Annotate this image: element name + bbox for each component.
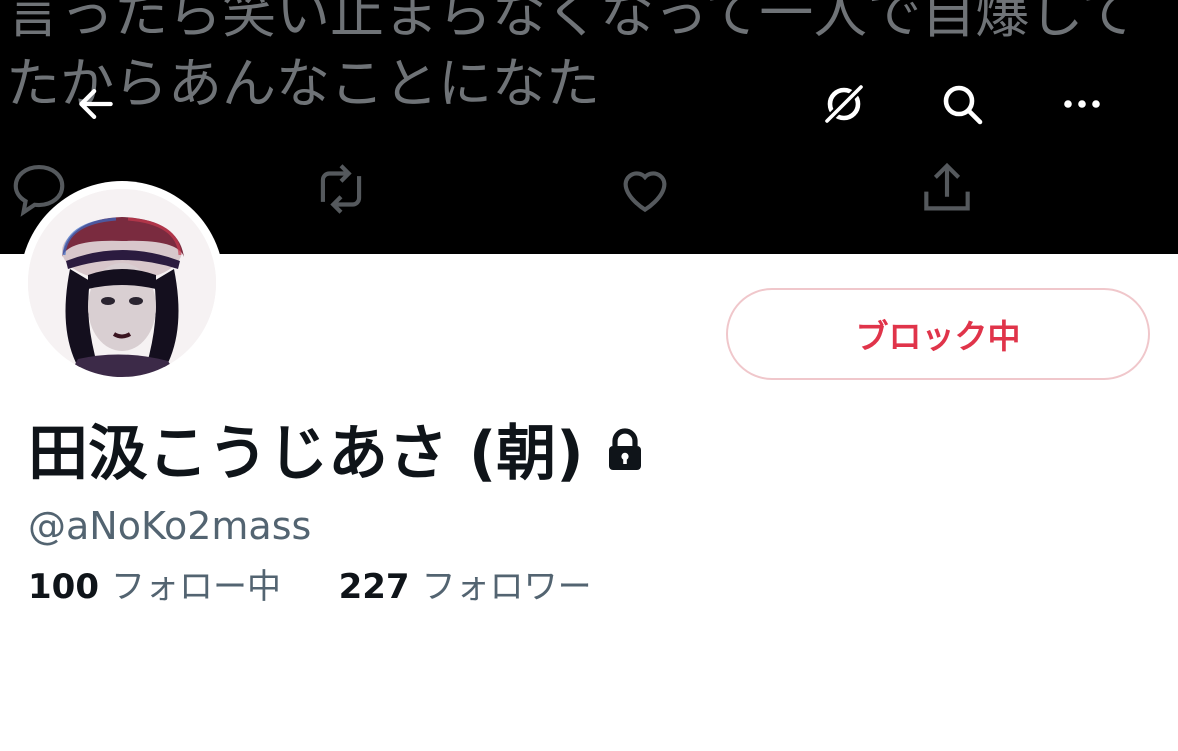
search-button[interactable] — [928, 70, 996, 138]
blocked-button[interactable]: ブロック中 — [726, 288, 1150, 380]
following-label: フォロー中 — [110, 567, 281, 607]
banner-text-line-1: 言ったら笑い止まらなくなって一人で自爆して — [6, 0, 1136, 45]
like-icon — [623, 171, 667, 213]
more-icon — [1064, 100, 1100, 108]
followers-link[interactable]: 227 フォロワー — [328, 567, 592, 607]
link-icon — [823, 83, 865, 125]
followers-label: フォロワー — [421, 567, 592, 607]
share-icon — [924, 162, 970, 211]
lock-icon — [609, 428, 641, 470]
more-button[interactable] — [1048, 70, 1116, 138]
search-icon — [943, 85, 983, 125]
user-handle: @aNoKo2mass — [28, 504, 312, 548]
back-button[interactable] — [62, 70, 130, 138]
following-count: 100 — [28, 567, 99, 607]
link-button[interactable] — [810, 70, 878, 138]
display-name: 田汲こうじあさ (朝) — [28, 419, 584, 489]
following-link[interactable]: 100 フォロー中 — [28, 567, 292, 607]
avatar-image — [28, 189, 216, 377]
avatar[interactable] — [20, 181, 224, 385]
follow-stats: 100 フォロー中 227 フォロワー — [28, 566, 592, 608]
followers-count: 227 — [338, 567, 410, 607]
arrow-left-icon — [79, 89, 113, 119]
retweet-icon — [320, 164, 362, 214]
